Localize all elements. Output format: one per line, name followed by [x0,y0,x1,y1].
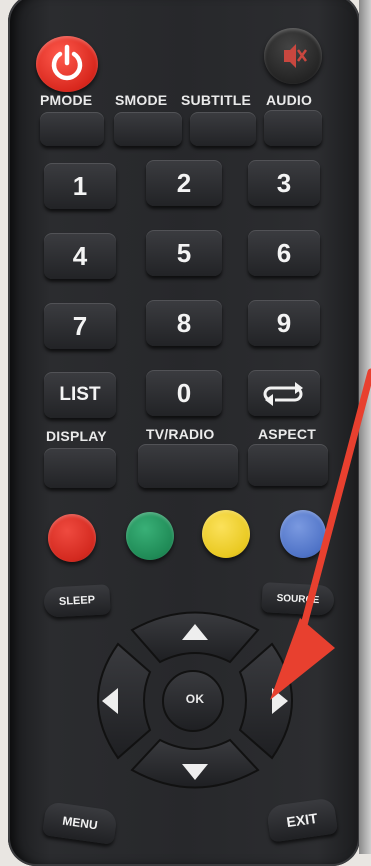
arrowhead-icon [270,618,335,700]
annotation-arrow [270,368,371,700]
